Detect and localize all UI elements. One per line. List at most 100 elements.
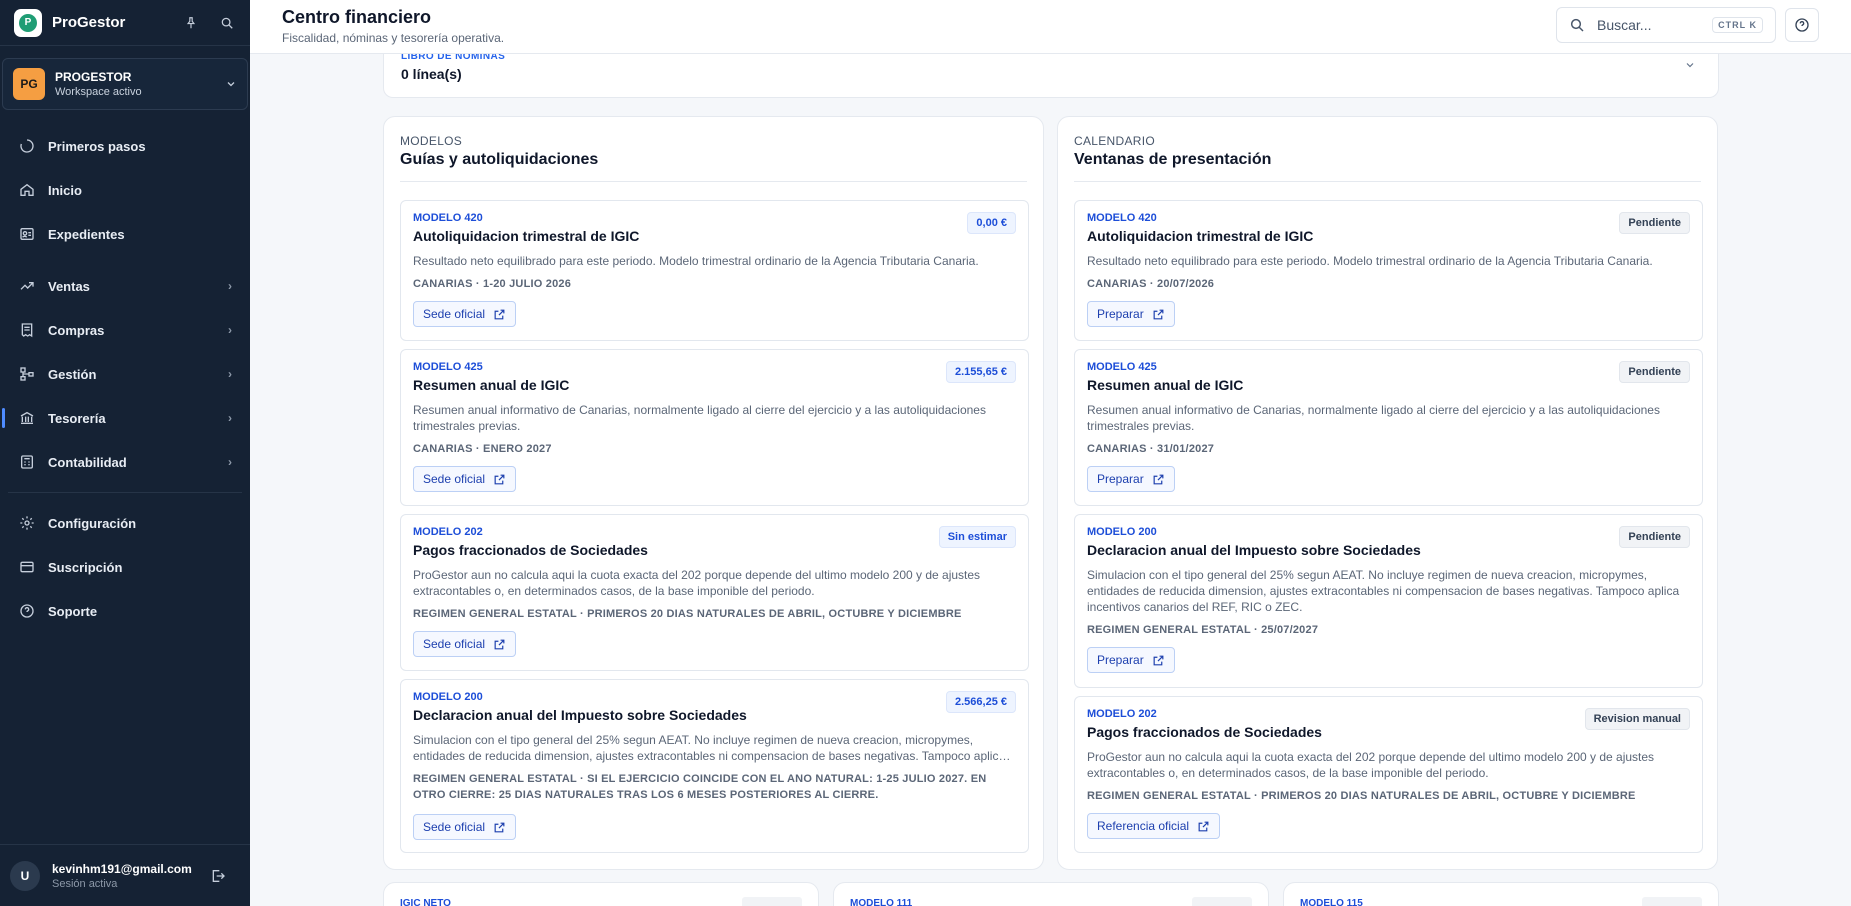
panel-kicker: MODELOS — [400, 134, 463, 148]
search-input[interactable]: Buscar... CTRL K — [1556, 7, 1776, 43]
model-code: MODELO 200 — [413, 691, 483, 703]
button-label: Sede oficial — [423, 307, 486, 321]
sidebar: P ProGestor PG PROGESTOR Workspace activ… — [0, 0, 250, 906]
summary-kicker: MODELO 111 — [850, 898, 913, 906]
summary-badge — [1192, 897, 1252, 906]
model-title: Pagos fraccionados de Sociedades — [413, 542, 648, 558]
nav-item-suscripcion[interactable]: Suscripción — [0, 545, 250, 589]
prepare-button[interactable]: Preparar — [1087, 647, 1175, 673]
search-placeholder: Buscar... — [1597, 17, 1652, 33]
summary-kicker: IGIC NETO — [400, 898, 451, 906]
summary-kicker: MODELO 115 — [1300, 898, 1363, 906]
id-card-icon — [18, 225, 36, 243]
calendario-panel: CALENDARIO Ventanas de presentación MODE… — [1057, 116, 1718, 870]
nav-item-compras[interactable]: Compras › — [0, 308, 250, 352]
avatar[interactable]: U — [10, 860, 40, 891]
summary-card: IGIC NETO — [383, 882, 819, 906]
nav-label: Soporte — [48, 603, 98, 619]
session-status: Sesión activa — [52, 877, 118, 890]
official-site-button[interactable]: Sede oficial — [413, 466, 517, 492]
sitemap-icon — [18, 365, 36, 383]
chevron-right-icon: › — [228, 455, 232, 469]
official-site-button[interactable]: Sede oficial — [413, 301, 517, 327]
sidebar-header: P ProGestor — [0, 0, 250, 46]
chevron-right-icon: › — [228, 367, 232, 381]
chevron-right-icon: › — [228, 323, 232, 337]
search-icon[interactable] — [218, 14, 236, 32]
button-label: Preparar — [1097, 307, 1144, 321]
model-meta: REGIMEN GENERAL ESTATAL · SI EL EJERCICI… — [413, 773, 987, 801]
divider — [400, 181, 1027, 182]
model-description: Simulacion con el tipo general del 25% s… — [1087, 568, 1680, 614]
app-logo[interactable]: P — [14, 8, 42, 37]
chevron-down-icon[interactable] — [1684, 58, 1696, 76]
search-icon — [1569, 17, 1585, 33]
summary-badge — [742, 897, 802, 906]
model-description: Resultado neto equilibrado para este per… — [1087, 254, 1653, 268]
nav-item-primeros-pasos[interactable]: Primeros pasos — [0, 124, 250, 168]
circle-progress-icon — [18, 137, 36, 155]
amount-badge: 2.155,65 € — [946, 361, 1016, 383]
button-label: Sede oficial — [423, 472, 486, 486]
model-description: ProGestor aun no calcula aqui la cuota e… — [1087, 750, 1655, 780]
status-badge: Pendiente — [1619, 526, 1690, 548]
main-content: LIBRO DE NOMINAS 0 línea(s) MODELOS Guía… — [250, 54, 1851, 906]
prepare-button[interactable]: Preparar — [1087, 466, 1175, 492]
chevron-right-icon: › — [228, 411, 232, 425]
workspace-name: PROGESTOR — [55, 70, 132, 84]
summary-badge — [1642, 897, 1702, 906]
nav-item-inicio[interactable]: Inicio — [0, 168, 250, 212]
model-code: MODELO 425 — [413, 361, 483, 373]
workspace-avatar: PG — [13, 68, 45, 100]
nav-label: Suscripción — [48, 559, 123, 575]
official-reference-button[interactable]: Referencia oficial — [1087, 813, 1221, 839]
prepare-button[interactable]: Preparar — [1087, 301, 1175, 327]
nav-label: Compras — [48, 322, 105, 338]
workspace-switcher[interactable]: PG PROGESTOR Workspace activo — [2, 58, 248, 110]
deadline-card: MODELO 420 Autoliquidacion trimestral de… — [1074, 200, 1703, 341]
nav-item-expedientes[interactable]: Expedientes — [0, 212, 250, 256]
nav-item-tesoreria[interactable]: Tesorería › — [0, 396, 250, 440]
user-email: kevinhm191@gmail.com — [52, 861, 192, 876]
help-button[interactable] — [1785, 8, 1819, 42]
home-icon — [18, 181, 36, 199]
model-meta: CANARIAS · 1-20 JULIO 2026 — [413, 278, 572, 290]
bank-icon — [18, 409, 36, 427]
chevron-down-icon — [225, 78, 237, 90]
model-card: MODELO 202 Pagos fraccionados de Socieda… — [400, 514, 1029, 671]
panel-title: Guías y autoliquidaciones — [400, 151, 599, 168]
help-circle-icon — [18, 602, 36, 620]
nav-label: Configuración — [48, 515, 137, 531]
status-badge: Pendiente — [1619, 212, 1690, 234]
nav-item-soporte[interactable]: Soporte — [0, 589, 250, 633]
deadline-card: MODELO 200 Declaracion anual del Impuest… — [1074, 514, 1703, 688]
button-label: Referencia oficial — [1097, 819, 1190, 833]
nav-item-configuracion[interactable]: Configuración — [0, 501, 250, 545]
main-nav: Primeros pasos Inicio Expedientes Ventas… — [0, 124, 250, 633]
model-title: Autoliquidacion trimestral de IGIC — [413, 228, 640, 244]
nav-item-ventas[interactable]: Ventas › — [0, 264, 250, 308]
nav-item-gestion[interactable]: Gestión › — [0, 352, 250, 396]
logo-mark: P — [19, 13, 37, 32]
model-meta: REGIMEN GENERAL ESTATAL · PRIMEROS 20 DI… — [413, 608, 962, 620]
nav-gap — [0, 256, 250, 264]
button-label: Preparar — [1097, 653, 1144, 667]
model-code: MODELO 202 — [1087, 708, 1157, 720]
model-code: MODELO 420 — [413, 212, 483, 224]
logout-icon[interactable] — [210, 868, 226, 884]
nav-item-contabilidad[interactable]: Contabilidad › — [0, 440, 250, 484]
official-site-button[interactable]: Sede oficial — [413, 814, 517, 840]
button-label: Sede oficial — [423, 820, 486, 834]
status-badge: Pendiente — [1619, 361, 1690, 383]
calculator-icon — [18, 453, 36, 471]
panel-title: Ventanas de presentación — [1074, 151, 1272, 168]
model-code: MODELO 200 — [1087, 526, 1157, 538]
official-site-button[interactable]: Sede oficial — [413, 631, 517, 657]
payroll-summary[interactable]: LIBRO DE NOMINAS 0 línea(s) — [383, 54, 1719, 98]
model-title: Declaracion anual del Impuesto sobre Soc… — [413, 707, 747, 723]
workspace-status: Workspace activo — [55, 86, 142, 98]
deadline-card: MODELO 425 Resumen anual de IGIC Pendien… — [1074, 349, 1703, 506]
pin-icon[interactable] — [182, 14, 200, 32]
trending-up-icon — [18, 277, 36, 295]
payroll-count: 0 línea(s) — [401, 66, 462, 82]
